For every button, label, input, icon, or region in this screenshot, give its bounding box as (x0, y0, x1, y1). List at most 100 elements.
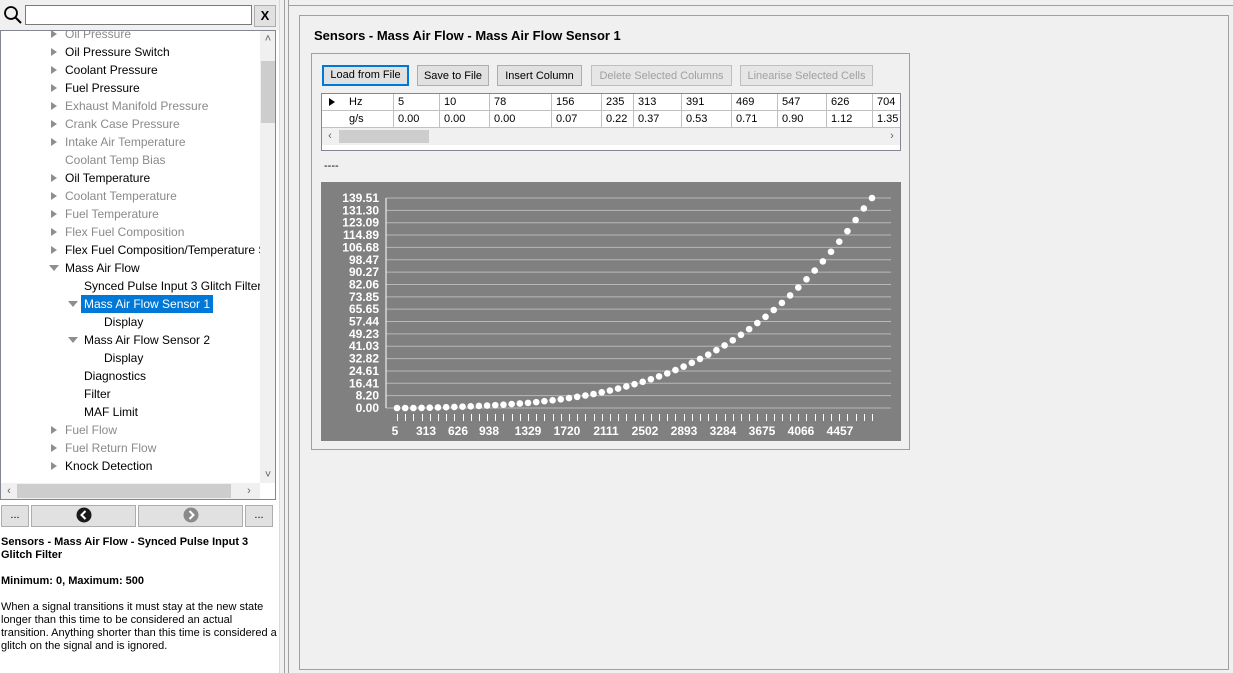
table-cell[interactable]: 0.22 (602, 111, 634, 128)
history-back-menu-button[interactable]: ... (1, 505, 29, 527)
insert-column-button[interactable]: Insert Column (497, 65, 582, 86)
load-from-file-button[interactable]: Load from File (322, 65, 409, 86)
collapsed-arrow-icon[interactable] (49, 169, 61, 187)
table-cell[interactable]: 78 (490, 94, 552, 111)
tree-item[interactable]: Mass Air Flow Sensor 1 (1, 295, 260, 313)
settings-tree[interactable]: Oil Pressure Oil Pressure Switch Coolant P… (0, 30, 276, 500)
row-header[interactable]: g/s (322, 111, 394, 128)
collapsed-arrow-icon[interactable] (49, 97, 61, 115)
table-cell[interactable]: 5 (394, 94, 440, 111)
table-cell[interactable]: 0.71 (732, 111, 778, 128)
tree-horizontal-scrollbar[interactable]: ‹ › (1, 483, 260, 499)
tree-items: Oil Pressure Oil Pressure Switch Coolant P… (1, 31, 266, 475)
tree-item[interactable]: Mass Air Flow (1, 259, 260, 277)
scroll-down-icon[interactable]: ˅ (260, 467, 275, 483)
tree-item[interactable]: Exhaust Manifold Pressure (1, 97, 260, 115)
collapsed-arrow-icon[interactable] (49, 457, 61, 475)
collapsed-arrow-icon[interactable] (49, 187, 61, 205)
scroll-left-icon[interactable]: ‹ (1, 483, 17, 499)
tree-item[interactable]: Display (1, 313, 260, 331)
collapsed-arrow-icon[interactable] (49, 241, 61, 259)
collapsed-arrow-icon[interactable] (49, 115, 61, 133)
tree-item[interactable]: Fuel Temperature (1, 205, 260, 223)
tree-item[interactable]: MAF Limit (1, 403, 260, 421)
table-cell[interactable]: 0.07 (552, 111, 602, 128)
table-cell[interactable]: 0.00 (490, 111, 552, 128)
expanded-arrow-icon[interactable] (49, 259, 61, 277)
tree-item[interactable]: Fuel Pressure (1, 79, 260, 97)
data-point (655, 373, 663, 380)
collapsed-arrow-icon[interactable] (49, 79, 61, 97)
table-cell[interactable]: 0.00 (394, 111, 440, 128)
back-button[interactable] (31, 505, 136, 527)
tree-item[interactable]: Display (1, 349, 260, 367)
tree-item[interactable]: Oil Pressure Switch (1, 43, 260, 61)
data-point (663, 370, 671, 377)
table-cell[interactable]: 0.90 (778, 111, 827, 128)
tree-item[interactable]: Synced Pulse Input 3 Glitch Filter (1, 277, 261, 295)
x-tick-label: 1720 (554, 424, 581, 438)
tree-item[interactable]: Flex Fuel Composition (1, 223, 260, 241)
table-cell[interactable]: 1.35 (873, 111, 900, 128)
tree-vertical-scrollbar[interactable]: ˄ ˅ (260, 31, 275, 483)
tree-item[interactable]: Diagnostics (1, 367, 260, 385)
tree-item[interactable]: Fuel Return Flow (1, 439, 260, 457)
scroll-up-icon[interactable]: ˄ (260, 31, 275, 47)
table-cell[interactable]: 1.12 (827, 111, 873, 128)
tree-item[interactable]: Coolant Pressure (1, 61, 260, 79)
expanded-arrow-icon[interactable] (68, 331, 80, 349)
table-cell[interactable]: 313 (634, 94, 682, 111)
table-cell[interactable]: 0.00 (440, 111, 490, 128)
tree-item-label: Fuel Temperature (65, 207, 159, 221)
collapsed-arrow-icon[interactable] (49, 421, 61, 439)
tree-item[interactable]: Oil Temperature (1, 169, 260, 187)
tree-item[interactable]: Mass Air Flow Sensor 2 (1, 331, 260, 349)
table-cell[interactable]: 391 (682, 94, 732, 111)
collapsed-arrow-icon[interactable] (49, 205, 61, 223)
collapsed-arrow-icon[interactable] (49, 223, 61, 241)
scroll-right-icon[interactable]: › (884, 128, 900, 144)
tree-item[interactable]: Crank Case Pressure (1, 115, 260, 133)
scroll-right-icon[interactable]: › (241, 483, 257, 499)
history-forward-menu-button[interactable]: ... (245, 505, 273, 527)
table-cell[interactable]: 0.37 (634, 111, 682, 128)
scroll-thumb[interactable] (339, 130, 429, 143)
tree-item-label: Crank Case Pressure (65, 117, 180, 131)
clear-search-button[interactable]: X (254, 5, 276, 27)
scroll-thumb[interactable] (17, 484, 231, 498)
splitter[interactable] (279, 0, 285, 673)
delete-selected-columns-button[interactable]: Delete Selected Columns (591, 65, 732, 86)
collapsed-arrow-icon[interactable] (49, 439, 61, 457)
table-cell[interactable]: 235 (602, 94, 634, 111)
tree-item[interactable]: Coolant Temp Bias (1, 151, 260, 169)
table-cell[interactable]: 704 (873, 94, 900, 111)
tree-item[interactable]: Coolant Temperature (1, 187, 260, 205)
table-cell[interactable]: 547 (778, 94, 827, 111)
tree-item[interactable]: Fuel Flow (1, 421, 260, 439)
tree-item[interactable]: Flex Fuel Composition/Temperature S (1, 241, 266, 259)
calibration-table[interactable]: ‹ › Hz 5 10 78 156 235 313 391 469 547 626 704 g/s 0.… (321, 93, 901, 151)
tree-item[interactable]: Filter (1, 385, 260, 403)
collapsed-arrow-icon[interactable] (49, 31, 61, 43)
table-cell[interactable]: 469 (732, 94, 778, 111)
table-horizontal-scrollbar[interactable]: ‹ › (322, 128, 900, 145)
table-cell[interactable]: 10 (440, 94, 490, 111)
scroll-left-icon[interactable]: ‹ (322, 128, 338, 144)
scroll-thumb[interactable] (261, 61, 275, 123)
table-cell[interactable]: 0.53 (682, 111, 732, 128)
collapsed-arrow-icon[interactable] (49, 61, 61, 79)
collapsed-arrow-icon[interactable] (49, 43, 61, 61)
collapsed-arrow-icon[interactable] (49, 133, 61, 151)
tree-item[interactable]: Knock Detection (1, 457, 260, 475)
expanded-arrow-icon[interactable] (68, 295, 80, 313)
table-cell[interactable]: 626 (827, 94, 873, 111)
table-cell[interactable]: 156 (552, 94, 602, 111)
tree-item[interactable]: Intake Air Temperature (1, 133, 260, 151)
save-to-file-button[interactable]: Save to File (417, 65, 489, 86)
row-pointer-icon (329, 98, 335, 106)
tree-item[interactable]: Oil Pressure (1, 31, 260, 43)
data-point (811, 267, 818, 274)
search-input[interactable] (25, 5, 252, 25)
linearise-selected-cells-button[interactable]: Linearise Selected Cells (740, 65, 873, 86)
forward-button[interactable] (138, 505, 243, 527)
